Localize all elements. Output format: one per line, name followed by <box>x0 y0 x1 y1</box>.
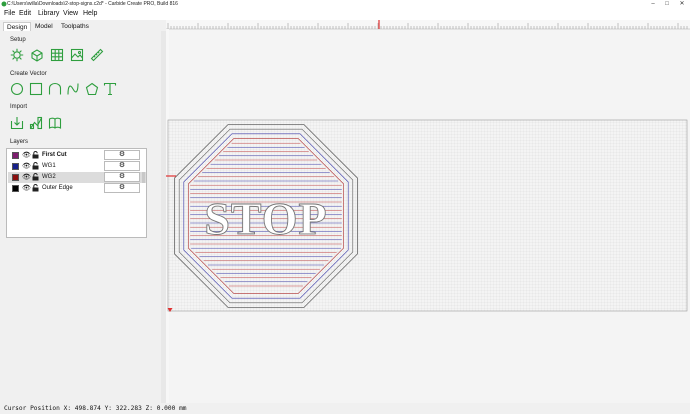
rectangle-icon[interactable] <box>29 82 43 96</box>
tab-bar: Design Model Toolpaths <box>0 21 150 32</box>
layer-row-wg2[interactable]: 👁 WG2 ⚙ <box>8 172 146 183</box>
gear-icon: ⚙ <box>118 162 126 169</box>
title-bar: C:\Users\willa\Downloads\2-stop-signs.c2… <box>0 0 690 9</box>
create-vector-label: Create Vector <box>10 71 47 77</box>
layer-name: WG1 <box>42 163 56 169</box>
canvas-drawing[interactable]: STOP <box>166 20 690 403</box>
gear-icon: ⚙ <box>118 173 126 180</box>
layer-name: WG2 <box>42 174 56 180</box>
minimize-button[interactable]: – <box>646 0 660 9</box>
layer-color-swatch[interactable] <box>12 174 19 181</box>
horizontal-ruler <box>166 20 690 29</box>
pentagon-icon[interactable] <box>85 82 99 96</box>
polyline-icon[interactable] <box>66 82 80 96</box>
lock-icon[interactable] <box>32 184 39 192</box>
layer-settings-button[interactable]: ⚙ <box>104 161 140 171</box>
layer-color-swatch[interactable] <box>12 185 19 192</box>
import-file-icon[interactable] <box>10 116 24 130</box>
layer-settings-button[interactable]: ⚙ <box>104 150 140 160</box>
menu-file[interactable]: File <box>4 10 15 17</box>
gear-icon: ⚙ <box>118 184 126 191</box>
menu-bar: File Edit Library View Help <box>0 9 690 20</box>
layer-settings-button[interactable]: ⚙ <box>104 172 140 182</box>
layer-row-wg1[interactable]: 👁 WG1 ⚙ <box>8 161 146 172</box>
layer-settings-button[interactable]: ⚙ <box>104 183 140 193</box>
layer-row-outer-edge[interactable]: 👁 Outer Edge ⚙ <box>8 183 146 194</box>
maximize-button[interactable]: □ <box>660 0 674 9</box>
lock-icon[interactable] <box>32 151 39 159</box>
layer-color-swatch[interactable] <box>12 163 19 170</box>
eye-icon[interactable]: 👁 <box>22 151 31 160</box>
design-canvas[interactable]: STOP <box>166 20 690 403</box>
curve-icon[interactable] <box>48 82 62 96</box>
grid-icon[interactable] <box>50 48 64 62</box>
layer-color-swatch[interactable] <box>12 152 19 159</box>
layer-name: First Cut <box>42 152 67 158</box>
cursor-position: Cursor Position X: 498.874 Y: 322.283 Z:… <box>4 405 187 412</box>
eye-icon[interactable]: 👁 <box>22 173 31 182</box>
gear-icon: ⚙ <box>118 151 126 158</box>
lock-icon[interactable] <box>32 162 39 170</box>
library-book-icon[interactable] <box>48 116 62 130</box>
eye-icon[interactable]: 👁 <box>22 184 31 193</box>
text-icon[interactable] <box>103 82 117 96</box>
status-bar: Cursor Position X: 498.874 Y: 322.283 Z:… <box>0 403 690 414</box>
import-svg-icon[interactable] <box>29 116 43 130</box>
lock-icon[interactable] <box>32 173 39 181</box>
sign-text: STOP <box>204 193 327 244</box>
menu-library[interactable]: Library <box>38 10 59 17</box>
image-icon[interactable] <box>70 48 84 62</box>
menu-help[interactable]: Help <box>83 10 97 17</box>
layers-label: Layers <box>10 139 29 145</box>
menu-view[interactable]: View <box>63 10 78 17</box>
layer-row-first-cut[interactable]: 👁 First Cut ⚙ <box>8 150 146 161</box>
job-setup-icon[interactable] <box>10 48 24 62</box>
setup-label: Setup <box>10 37 26 43</box>
layers-list: 👁 First Cut ⚙ 👁 WG1 ⚙ 👁 WG2 ⚙ 👁 Outer Ed… <box>6 148 147 238</box>
layers-scrollbar[interactable] <box>142 172 145 183</box>
menu-edit[interactable]: Edit <box>19 10 31 17</box>
import-label: Import <box>10 104 28 110</box>
eye-icon[interactable]: 👁 <box>22 162 31 171</box>
measure-icon[interactable] <box>90 48 104 62</box>
layer-name: Outer Edge <box>42 185 73 191</box>
rectangle-stock-icon[interactable] <box>30 48 44 62</box>
close-button[interactable]: ✕ <box>675 0 689 9</box>
circle-icon[interactable] <box>10 82 24 96</box>
window-title: C:\Users\willa\Downloads\2-stop-signs.c2… <box>7 1 178 7</box>
